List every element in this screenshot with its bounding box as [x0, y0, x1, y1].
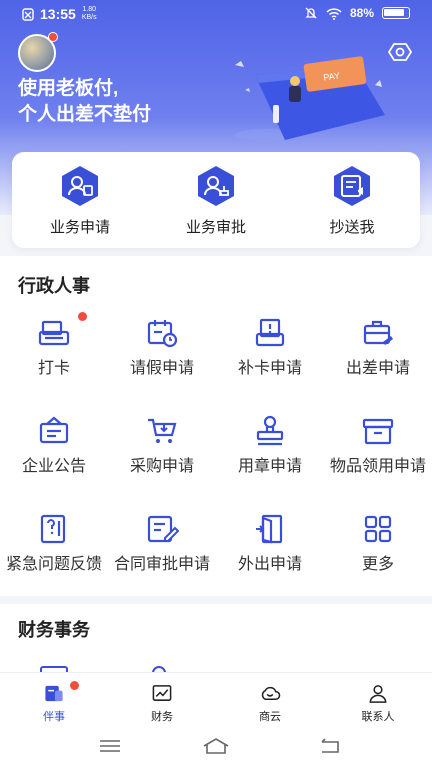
grid-item-go-out[interactable]: 外出申请	[216, 500, 324, 586]
punch-in-icon	[38, 320, 70, 346]
grid-item-label: 外出申请	[237, 556, 302, 573]
user-card-icon	[62, 166, 98, 206]
grid-item-card-supplement[interactable]: 补卡申请	[216, 304, 324, 390]
quick-action-label: 业务申请	[49, 219, 110, 236]
admin-section: 行政人事 打卡 请假申请 补卡申请 出差申请 企业公告 采购申请 用章申请 物品…	[0, 256, 432, 596]
grid-item-label: 打卡	[37, 360, 70, 377]
menu-icon[interactable]	[96, 736, 124, 756]
grid-item-punch-in[interactable]: 打卡	[0, 304, 108, 390]
cloud-icon	[261, 686, 281, 700]
urgent-feedback-icon	[40, 514, 66, 544]
tab-label: 联系人	[361, 711, 395, 723]
tab-label: 伴事	[43, 711, 65, 723]
card-supplement-icon	[255, 318, 285, 347]
finance-section: 财务事务	[0, 604, 432, 674]
clock: 13:55	[40, 6, 76, 22]
grid-item-label: 合同审批申请	[113, 556, 210, 573]
tab-label: 商云	[259, 711, 281, 723]
notification-dot	[48, 32, 58, 42]
section-title: 行政人事	[18, 276, 90, 296]
tab-cloud[interactable]: 商云	[216, 673, 324, 724]
tab-companion[interactable]: 伴事	[0, 673, 108, 724]
notification-dot	[70, 681, 79, 690]
quick-actions-card: 业务申请 业务审批 抄送我	[12, 152, 420, 248]
seal-stamp-icon	[256, 415, 284, 446]
quick-action-label: 抄送我	[329, 219, 375, 236]
grid-item-label: 物品领用申请	[329, 458, 426, 475]
notification-dot	[78, 312, 87, 321]
grid-item-label: 出差申请	[345, 360, 410, 377]
leave-calendar-icon	[147, 320, 178, 348]
contacts-icon	[369, 685, 387, 703]
status-bar: 13:55 1.80 KB/s 88%	[0, 0, 432, 28]
announcement-icon	[39, 416, 69, 444]
grid-item-label: 紧急问题反馈	[5, 556, 102, 573]
grid-item-contract[interactable]: 合同审批申请	[108, 500, 216, 586]
back-icon[interactable]	[316, 736, 344, 756]
door-exit-icon	[256, 514, 283, 544]
sim-icon	[22, 7, 34, 21]
battery-percent: 88%	[349, 6, 374, 20]
mute-icon	[305, 7, 317, 19]
companion-icon	[45, 685, 63, 702]
tab-label: 财务	[151, 711, 173, 723]
grid-item-seal[interactable]: 用章申请	[216, 402, 324, 488]
grid-item-more[interactable]: 更多	[324, 500, 432, 586]
grid-item-goods[interactable]: 物品领用申请	[324, 402, 432, 488]
goods-box-icon	[362, 418, 394, 445]
grid-item-label: 企业公告	[21, 458, 86, 475]
purchase-cart-icon	[148, 418, 177, 443]
grid-item-label: 更多	[361, 556, 394, 573]
admin-grid: 打卡 请假申请 补卡申请 出差申请 企业公告 采购申请 用章申请 物品领用申请 …	[0, 304, 432, 586]
section-title: 财务事务	[18, 620, 90, 640]
business-trip-icon	[363, 320, 393, 345]
grid-item-label: 采购申请	[129, 458, 194, 475]
more-grid-icon	[364, 515, 392, 543]
bottom-tab-bar: 伴事 财务 商云 联系人	[0, 672, 432, 724]
quick-action-label: 业务审批	[185, 219, 246, 236]
finance-chart-icon	[152, 685, 172, 701]
grid-item-label: 用章申请	[237, 458, 302, 475]
quick-action-business-approve[interactable]: 业务审批	[148, 152, 284, 248]
grid-item-purchase[interactable]: 采购申请	[108, 402, 216, 488]
quick-action-business-apply[interactable]: 业务申请	[12, 152, 148, 248]
grid-item-announcement[interactable]: 企业公告	[0, 402, 108, 488]
header-slogan: 使用老板付, 个人出差不垫付	[18, 78, 152, 125]
grid-item-leave[interactable]: 请假申请	[108, 304, 216, 390]
net-speed: 1.80 KB/s	[81, 6, 97, 21]
system-nav-bar	[0, 724, 432, 768]
cc-message-icon	[334, 166, 370, 206]
user-approve-icon	[198, 166, 234, 206]
grid-item-urgent-feedback[interactable]: 紧急问题反馈	[0, 500, 108, 586]
grid-item-business-trip[interactable]: 出差申请	[324, 304, 432, 390]
grid-item-label: 请假申请	[129, 360, 194, 377]
tab-finance[interactable]: 财务	[108, 673, 216, 724]
home-icon[interactable]	[202, 736, 230, 756]
contract-edit-icon	[147, 515, 179, 543]
pay-illustration: PAY	[235, 56, 385, 141]
tab-contacts[interactable]: 联系人	[324, 673, 432, 724]
battery-icon	[382, 7, 410, 19]
wifi-icon	[326, 7, 342, 20]
quick-action-cc-me[interactable]: 抄送我	[284, 152, 420, 248]
grid-item-label: 补卡申请	[237, 360, 302, 377]
